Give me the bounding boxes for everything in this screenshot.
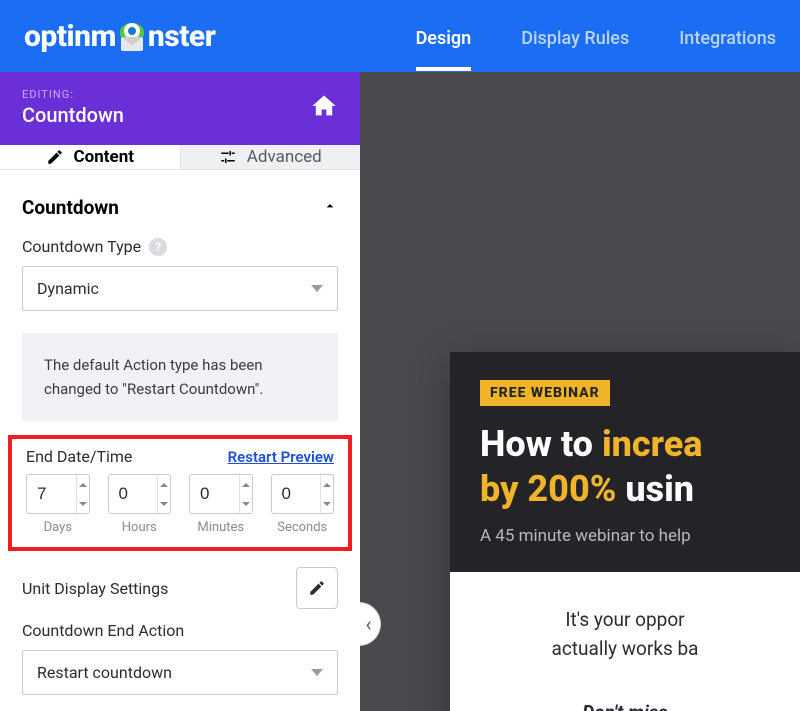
- sliders-icon: [219, 148, 237, 166]
- nav-tabs: Design Display Rules Integrations: [416, 4, 776, 69]
- minutes-caption: Minutes: [189, 520, 253, 535]
- panel-body: Countdown Countdown Type ? Dynamic The d…: [0, 170, 360, 711]
- end-action-value: Restart countdown: [37, 663, 172, 682]
- main-layout: EDITING: Countdown Content Advanced Coun…: [0, 72, 800, 711]
- tab-display-rules[interactable]: Display Rules: [521, 4, 629, 69]
- editing-name: Countdown: [22, 103, 124, 127]
- body-emphasis: Don't miss: [480, 699, 770, 711]
- body-line-1: It's your oppor: [480, 606, 770, 635]
- chevron-down-icon: [311, 285, 323, 292]
- hours-down[interactable]: [158, 494, 170, 513]
- logo-text-1: optinm: [24, 19, 116, 54]
- headline-1a: How to: [480, 423, 602, 465]
- headline-line-1: How to increa: [480, 422, 770, 467]
- minutes-up[interactable]: [240, 475, 252, 494]
- help-icon[interactable]: ?: [149, 238, 167, 256]
- collapse-panel-button[interactable]: [360, 602, 381, 646]
- panel-tab-content[interactable]: Content: [0, 145, 180, 169]
- logo-text-2: nster: [148, 19, 215, 54]
- seconds-down[interactable]: [321, 494, 333, 513]
- countdown-type-label: Countdown Type: [22, 237, 141, 256]
- tab-integrations[interactable]: Integrations: [679, 4, 776, 69]
- days-stepper[interactable]: [26, 474, 90, 514]
- pencil-icon: [46, 148, 64, 166]
- hours-caption: Hours: [108, 520, 172, 535]
- days-down[interactable]: [77, 494, 89, 513]
- headline-1b: increa: [602, 423, 703, 465]
- seconds-input[interactable]: [272, 475, 321, 513]
- panel-tab-advanced[interactable]: Advanced: [180, 145, 361, 169]
- hours-up[interactable]: [158, 475, 170, 494]
- unit-display-label: Unit Display Settings: [22, 579, 168, 598]
- home-icon: [310, 92, 338, 120]
- panel-header: EDITING: Countdown: [0, 72, 360, 145]
- pencil-icon: [308, 579, 326, 597]
- popup-preview: FREE WEBINAR How to increa by 200% usin …: [450, 352, 800, 711]
- headline-2b: usin: [616, 468, 694, 510]
- section-title: Countdown: [22, 196, 119, 219]
- hours-input[interactable]: [109, 475, 158, 513]
- panel-tab-advanced-label: Advanced: [247, 147, 322, 167]
- end-action-field: Countdown End Action Restart countdown: [0, 617, 360, 711]
- logo[interactable]: optinm nster: [24, 19, 215, 54]
- days-up[interactable]: [77, 475, 89, 494]
- end-action-select[interactable]: Restart countdown: [22, 650, 338, 695]
- countdown-type-field: Countdown Type ? Dynamic: [0, 229, 360, 327]
- days-input[interactable]: [27, 475, 76, 513]
- mascot-icon: [117, 23, 147, 53]
- unit-display-row: Unit Display Settings: [0, 561, 360, 617]
- panel-tabs: Content Advanced: [0, 145, 360, 170]
- countdown-type-select[interactable]: Dynamic: [22, 266, 338, 311]
- chevron-down-icon: [311, 669, 323, 676]
- minutes-input[interactable]: [190, 475, 239, 513]
- seconds-up[interactable]: [321, 475, 333, 494]
- editing-label: EDITING:: [22, 88, 124, 101]
- section-countdown-header[interactable]: Countdown: [0, 170, 360, 229]
- body-line-2: actually works ba: [480, 635, 770, 664]
- top-nav: optinm nster Design Display Rules Integr…: [0, 0, 800, 72]
- seconds-caption: Seconds: [271, 520, 335, 535]
- hours-stepper[interactable]: [108, 474, 172, 514]
- headline-line-2: by 200% usin: [480, 467, 770, 512]
- settings-panel: EDITING: Countdown Content Advanced Coun…: [0, 72, 360, 711]
- headline-2a: by 200%: [480, 468, 616, 510]
- action-type-notice: The default Action type has been changed…: [22, 333, 338, 421]
- restart-preview-link[interactable]: Restart Preview: [228, 448, 334, 466]
- tab-design[interactable]: Design: [416, 4, 472, 69]
- webinar-badge: FREE WEBINAR: [480, 380, 610, 406]
- home-button[interactable]: [310, 92, 338, 124]
- minutes-down[interactable]: [240, 494, 252, 513]
- days-caption: Days: [26, 520, 90, 535]
- panel-tab-content-label: Content: [74, 147, 134, 167]
- end-datetime-group: End Date/Time Restart Preview Days: [8, 435, 352, 551]
- chevron-up-icon: [322, 196, 338, 219]
- edit-unit-display-button[interactable]: [296, 567, 338, 609]
- subheadline: A 45 minute webinar to help: [480, 526, 770, 546]
- end-action-label: Countdown End Action: [22, 621, 184, 640]
- preview-pane: FREE WEBINAR How to increa by 200% usin …: [360, 72, 800, 711]
- seconds-stepper[interactable]: [271, 474, 335, 514]
- minutes-stepper[interactable]: [189, 474, 253, 514]
- end-datetime-label: End Date/Time: [26, 447, 132, 466]
- countdown-type-value: Dynamic: [37, 279, 99, 298]
- time-inputs-row: Days Hours Minutes: [26, 474, 334, 535]
